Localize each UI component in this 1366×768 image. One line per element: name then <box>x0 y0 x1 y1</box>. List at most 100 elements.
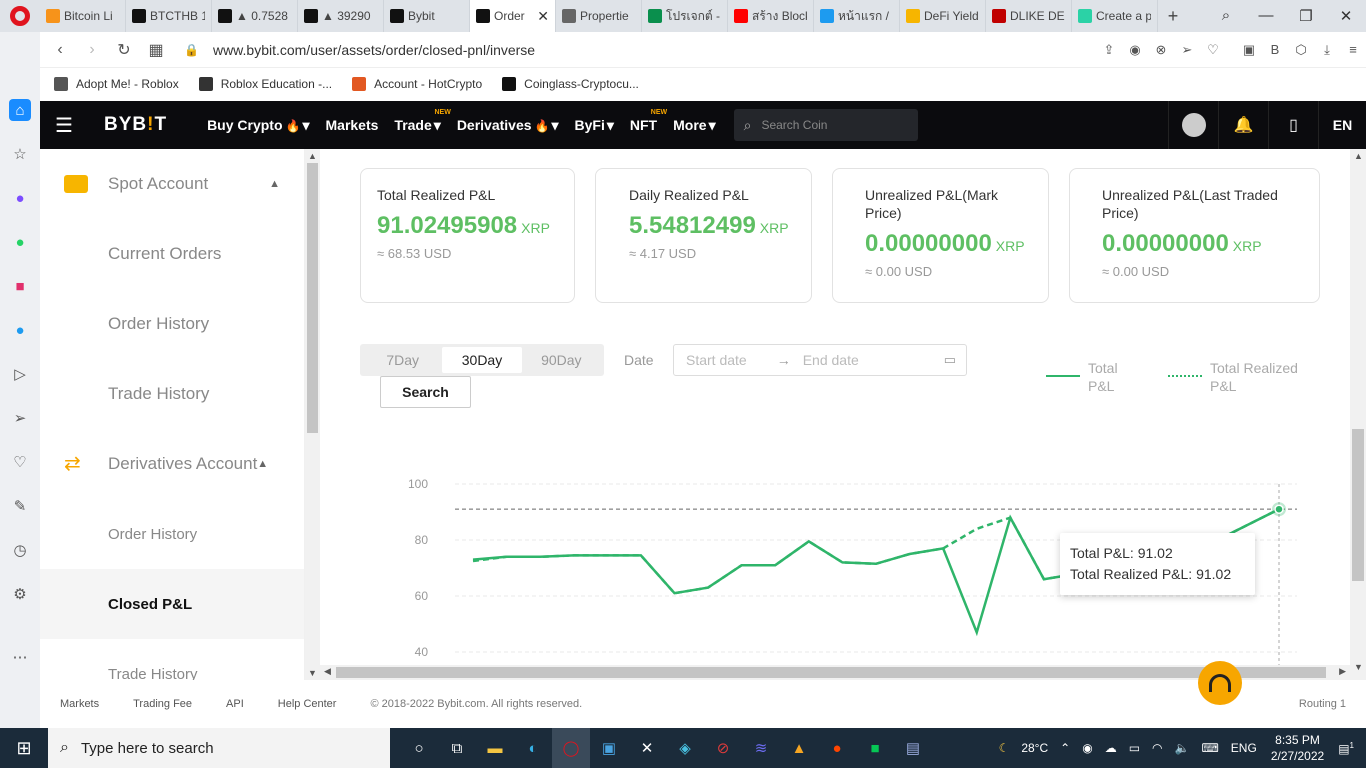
browser-tab[interactable]: Order ✕ <box>470 0 556 32</box>
spot-account-group[interactable]: Spot Account ▲ <box>40 149 304 219</box>
period-30day[interactable]: 30Day <box>442 347 522 373</box>
app-icon[interactable]: ≋ <box>742 728 780 768</box>
search-tabs-icon[interactable]: ⌕ <box>1206 7 1246 25</box>
active-point[interactable] <box>1274 504 1284 514</box>
start-date-input[interactable]: Start date <box>686 352 747 368</box>
period-7day[interactable]: 7Day <box>363 347 442 373</box>
star-icon[interactable]: ☆ <box>9 143 31 165</box>
menu-spot-trade-history[interactable]: Trade History <box>40 359 304 429</box>
browser-tab[interactable]: ▲ 0.7528 <box>212 0 298 32</box>
derivatives-account-group[interactable]: ⇄ Derivatives Account ▲ <box>40 429 304 499</box>
search-button[interactable]: Search <box>380 376 471 408</box>
weather-icon[interactable]: ☾ <box>999 741 1010 755</box>
settings-icon[interactable]: ⚙ <box>9 583 31 605</box>
home-icon[interactable]: ⌂ <box>9 99 31 121</box>
temperature[interactable]: 28°C <box>1021 741 1048 755</box>
cloud-icon[interactable]: ☁ <box>1105 741 1117 755</box>
browser-tab[interactable]: DLIKE DE <box>986 0 1072 32</box>
opera-logo-icon[interactable] <box>0 0 40 32</box>
footer-link-trading-fee[interactable]: Trading Fee <box>133 698 192 710</box>
edit-icon[interactable]: ✎ <box>9 495 31 517</box>
calendar-icon[interactable]: ▭ <box>944 352 956 368</box>
url-field[interactable]: www.bybit.com/user/assets/order/closed-p… <box>213 42 535 58</box>
support-chat-icon[interactable] <box>1198 661 1242 705</box>
browser-tab[interactable]: โปรเจกต์ - <box>642 0 728 32</box>
file-explorer-icon[interactable]: ▬ <box>476 728 514 768</box>
download-icon[interactable]: ⤓ <box>1314 42 1340 58</box>
period-90day[interactable]: 90Day <box>522 347 601 373</box>
menu-icon[interactable]: ≡ <box>1340 42 1366 58</box>
browser-tab[interactable]: สร้าง Block <box>728 0 814 32</box>
notifications-icon[interactable]: ▤1 <box>1338 741 1354 756</box>
speed-dial-icon[interactable]: ▦ <box>140 40 172 60</box>
nav-item-byfi[interactable]: ByFi ▾ <box>575 117 614 134</box>
browser-tab[interactable]: Bybit <box>384 0 470 32</box>
close-tab-icon[interactable]: ✕ <box>537 8 549 25</box>
menu-current-orders[interactable]: Current Orders <box>40 219 304 289</box>
side-menu-scrollbar[interactable]: ▲ ▼ <box>305 149 320 680</box>
firebase-icon[interactable]: ▲ <box>780 728 818 768</box>
back-icon[interactable]: ‹ <box>44 41 76 59</box>
send-icon[interactable]: ➢ <box>1174 42 1200 58</box>
bookmark-item[interactable]: Coinglass-Cryptocu... <box>502 77 639 91</box>
page-scrollbar[interactable]: ▲ ▼ <box>1350 149 1366 680</box>
browser-tab[interactable]: Create a p <box>1072 0 1158 32</box>
close-window-icon[interactable]: ✕ <box>1326 7 1366 25</box>
keyboard-icon[interactable]: ⌨ <box>1201 741 1218 755</box>
battery-icon[interactable]: ▭ <box>1129 741 1140 755</box>
bybit-logo[interactable]: BYB!T <box>104 114 167 136</box>
coin-search-input[interactable]: ⌕ Search Coin <box>733 109 918 141</box>
bookmark-item[interactable]: Account - HotCrypto <box>352 77 482 91</box>
nav-item-nft[interactable]: NFT NEW <box>630 109 667 133</box>
mobile-app-icon[interactable]: ▯ <box>1268 101 1318 149</box>
camera-icon[interactable]: ◉ <box>1122 42 1148 58</box>
footer-link-api[interactable]: API <box>226 698 244 710</box>
line-icon[interactable]: ■ <box>856 728 894 768</box>
send-icon[interactable]: ➢ <box>9 407 31 429</box>
chevron-up-icon[interactable]: ⌃ <box>1060 741 1070 755</box>
history-icon[interactable]: ◷ <box>9 539 31 561</box>
app-icon[interactable]: ▣ <box>590 728 628 768</box>
browser-tab[interactable]: หน้าแรก / <box>814 0 900 32</box>
app-icon[interactable]: ◈ <box>666 728 704 768</box>
nav-item-more[interactable]: More ▾ <box>673 117 715 134</box>
bookmark-item[interactable]: Roblox Education -... <box>198 77 332 91</box>
windows-start-icon[interactable]: ⊞ <box>0 738 48 759</box>
reload-icon[interactable]: ↻ <box>108 40 140 60</box>
notification-bell-icon[interactable]: 🔔 <box>1218 101 1268 149</box>
menu-closed-pnl[interactable]: Closed P&L <box>40 569 304 639</box>
volume-icon[interactable]: 🔈 <box>1175 741 1190 755</box>
browser-tab[interactable]: ▲ 39290 <box>298 0 384 32</box>
menu-derivatives-trade-history[interactable]: Trade History <box>40 639 304 681</box>
task-view-icon[interactable]: ⧉ <box>438 728 476 768</box>
browser-tab[interactable]: Bitcoin Li <box>40 0 126 32</box>
browser-tab[interactable]: Propertie <box>556 0 642 32</box>
minimize-icon[interactable]: — <box>1246 7 1286 25</box>
legend-total-pnl[interactable]: Total P&L <box>1046 359 1146 395</box>
nav-item-markets[interactable]: Markets <box>326 117 379 133</box>
edge-icon[interactable]: ◐ <box>514 728 552 768</box>
notepad-icon[interactable]: ▤ <box>894 728 932 768</box>
opera-taskbar-icon[interactable]: ◯ <box>552 728 590 768</box>
nav-item-trade[interactable]: Trade ▾ NEW <box>394 109 450 134</box>
nav-item-buy-crypto[interactable]: Buy Crypto 🔥 ▾ <box>207 117 309 134</box>
horizontal-scrollbar[interactable]: ◀ ▶ <box>320 665 1350 680</box>
meet-icon[interactable]: ◉ <box>1082 741 1092 755</box>
footer-link-markets[interactable]: Markets <box>60 698 99 710</box>
wifi-icon[interactable]: ◠ <box>1152 741 1162 755</box>
app-icon[interactable]: ⊘ <box>704 728 742 768</box>
adblock-icon[interactable]: ⊗ <box>1148 42 1174 58</box>
browser-tab[interactable]: BTCTHB 1 <box>126 0 212 32</box>
player-icon[interactable]: ▷ <box>9 363 31 385</box>
taskbar-search-input[interactable]: ⌕ Type here to search <box>48 728 390 768</box>
wallet-icon[interactable]: ▣ <box>1236 42 1262 58</box>
cube-icon[interactable]: ⬡ <box>1288 42 1314 58</box>
twitter-icon[interactable]: ● <box>9 319 31 341</box>
language-selector[interactable]: EN <box>1318 101 1366 149</box>
cortana-icon[interactable]: ○ <box>400 728 438 768</box>
messenger-icon[interactable]: ● <box>9 187 31 209</box>
menu-derivatives-order-history[interactable]: Order History <box>40 499 304 569</box>
hamburger-menu-icon[interactable]: ☰ <box>40 113 88 138</box>
heart-icon[interactable]: ♡ <box>1200 42 1226 58</box>
nav-item-derivatives[interactable]: Derivatives 🔥 ▾ <box>457 117 559 134</box>
